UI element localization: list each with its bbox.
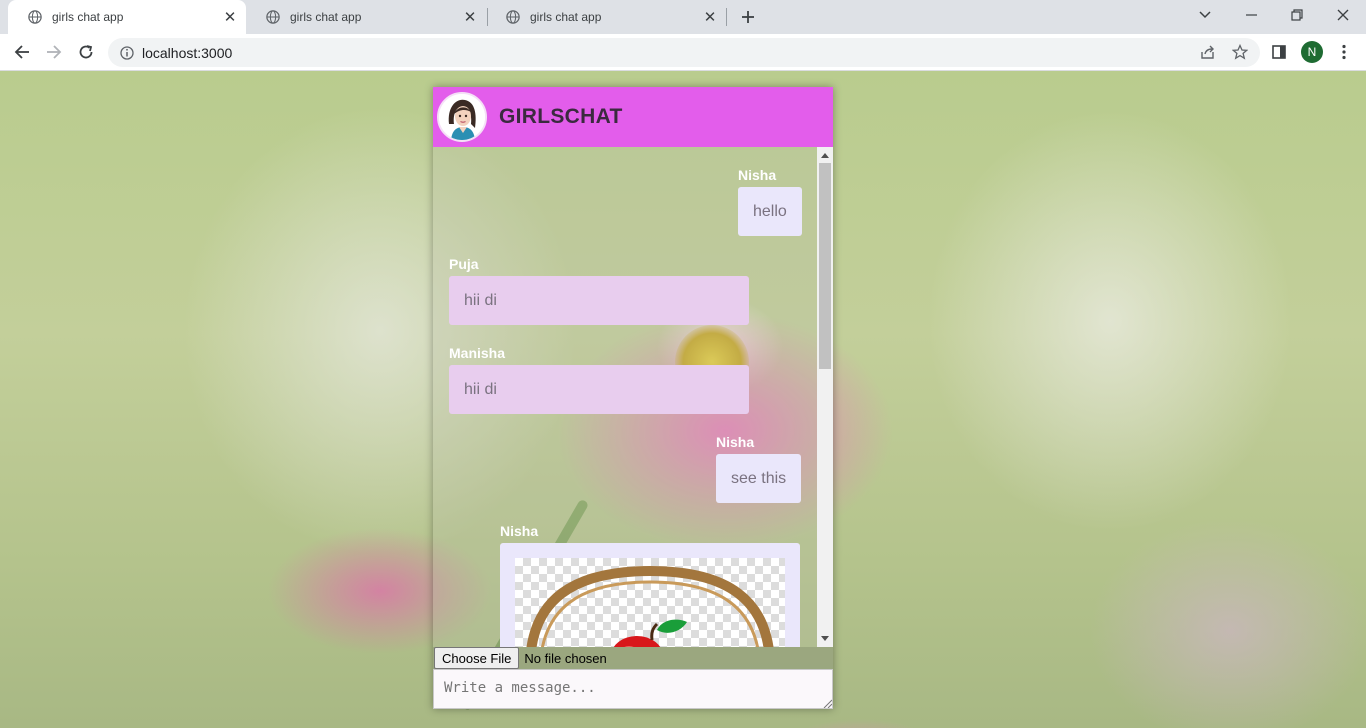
browser-toolbar: localhost:3000 N	[0, 34, 1366, 71]
tab-title: girls chat app	[290, 10, 362, 24]
chat-header: GIRLSCHAT	[433, 87, 833, 147]
close-icon[interactable]: ✕	[702, 9, 718, 26]
scroll-up-button[interactable]	[817, 148, 833, 162]
star-icon	[1232, 44, 1248, 60]
chevron-down-icon	[1199, 11, 1211, 19]
close-icon[interactable]: ✕	[222, 9, 238, 26]
message-bubble: hii di	[449, 276, 749, 325]
message-sender: Nisha	[738, 167, 777, 183]
message-bubble: hii di	[449, 365, 749, 414]
message-item: Nisha see this	[716, 434, 802, 503]
back-button[interactable]	[8, 38, 36, 66]
girl-avatar-icon	[439, 94, 485, 140]
browser-tab-1[interactable]: girls chat app ✕	[8, 0, 246, 34]
scroll-down-button[interactable]	[817, 631, 833, 645]
browser-tab-bar: girls chat app ✕ girls chat app ✕ girls …	[0, 0, 1366, 34]
info-icon[interactable]	[120, 45, 134, 60]
resize-grip-icon[interactable]	[822, 698, 832, 708]
share-button[interactable]	[1196, 40, 1220, 64]
arrow-left-icon	[14, 45, 29, 59]
arrow-right-icon	[47, 45, 62, 59]
triangle-up-icon	[821, 152, 829, 158]
chat-window: GIRLSCHAT Nisha hello Puja hii di Manish…	[433, 87, 833, 709]
new-tab-button[interactable]	[736, 5, 760, 29]
browser-menu-button[interactable]	[1334, 40, 1354, 64]
message-item: Nisha	[500, 523, 800, 647]
message-bubble: hello	[738, 187, 802, 236]
close-window-button[interactable]	[1320, 0, 1366, 30]
app-title: GIRLSCHAT	[499, 105, 623, 128]
side-panel-icon	[1272, 45, 1286, 59]
share-icon	[1201, 45, 1214, 59]
message-item: Nisha hello	[738, 167, 802, 236]
message-sender: Nisha	[500, 523, 539, 539]
tab-title: girls chat app	[530, 10, 602, 24]
browser-tab-3[interactable]: girls chat app ✕	[486, 0, 726, 34]
tab-search-button[interactable]	[1182, 0, 1228, 30]
app-avatar	[437, 92, 487, 142]
globe-icon	[28, 10, 42, 24]
tab-divider	[726, 8, 727, 26]
triangle-down-icon	[821, 635, 829, 641]
close-icon	[1337, 9, 1349, 21]
scrollbar-thumb[interactable]	[819, 163, 831, 369]
image-message-bubble	[500, 543, 800, 647]
restore-icon	[1291, 9, 1303, 21]
profile-avatar[interactable]: N	[1301, 41, 1323, 63]
restore-button[interactable]	[1274, 0, 1320, 30]
reload-icon	[79, 45, 93, 59]
message-item: Manisha hii di	[449, 345, 749, 414]
reload-button[interactable]	[72, 38, 100, 66]
minimize-button[interactable]	[1228, 0, 1274, 30]
globe-icon	[506, 10, 520, 24]
messages-scrollbar[interactable]	[817, 147, 833, 647]
file-status-text: No file chosen	[524, 650, 607, 666]
choose-file-button[interactable]: Choose File	[434, 647, 520, 669]
minimize-icon	[1245, 14, 1257, 16]
message-input[interactable]	[433, 669, 833, 709]
browser-tab-2[interactable]: girls chat app ✕	[246, 0, 486, 34]
address-bar[interactable]: localhost:3000	[108, 38, 1260, 67]
bookmark-button[interactable]	[1228, 40, 1252, 64]
file-input: Choose File No file chosen	[433, 647, 833, 669]
close-icon[interactable]: ✕	[462, 9, 478, 26]
plus-icon	[742, 11, 754, 23]
forward-button[interactable]	[40, 38, 68, 66]
shared-image[interactable]	[515, 558, 785, 647]
message-sender: Nisha	[716, 434, 755, 450]
globe-icon	[266, 10, 280, 24]
side-panel-button[interactable]	[1267, 40, 1291, 64]
message-list: Nisha hello Puja hii di Manisha hii di N…	[433, 147, 833, 647]
message-bubble: see this	[716, 454, 802, 503]
apple-basket-image	[526, 565, 774, 647]
message-item: Puja hii di	[449, 256, 749, 325]
more-vert-icon	[1342, 44, 1346, 60]
tab-title: girls chat app	[52, 10, 124, 24]
message-sender: Manisha	[449, 345, 506, 361]
message-sender: Puja	[449, 256, 479, 272]
url-text: localhost:3000	[142, 44, 233, 61]
